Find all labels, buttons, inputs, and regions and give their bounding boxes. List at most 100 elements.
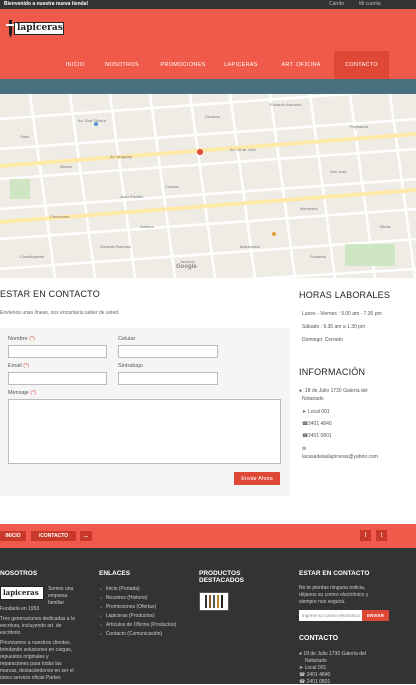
nav-item-inicio[interactable]: Inicio bbox=[58, 51, 92, 79]
nav-item-promociones[interactable]: Promociones bbox=[154, 51, 212, 79]
map-pin-icon: ● bbox=[299, 651, 303, 657]
footer-logo: lapiceras bbox=[0, 586, 44, 600]
subject-field[interactable] bbox=[118, 372, 218, 385]
message-label: Mensaje (*) bbox=[8, 390, 37, 396]
top-bar: Bienvenido a nuestra nueva tienda! Carri… bbox=[0, 0, 416, 9]
facebook-icon[interactable]: f bbox=[360, 530, 371, 541]
footer-paragraph-1: escritura, incluyendo art. de bbox=[0, 623, 62, 629]
email-label: Email (*) bbox=[8, 363, 30, 369]
footer-enlaces-title: ENLACES bbox=[99, 570, 131, 577]
map-street-label: Blanes bbox=[60, 164, 73, 169]
nav-item-lapiceras[interactable]: Lapiceras bbox=[220, 51, 262, 79]
map-street-label: Av. Uruguay bbox=[110, 154, 132, 159]
map-street-label: Mercedes bbox=[300, 206, 318, 211]
footer-newsletter-text: déjanos su correo electrónico y bbox=[299, 592, 369, 598]
account-link[interactable]: Mi cuenta bbox=[359, 1, 381, 7]
location-map[interactable]: Av. Uruguay Av. 18 de Julio Av. Gral. Ri… bbox=[0, 94, 416, 278]
footer-contacto-phone-2: ☎ 2401 0801 bbox=[299, 679, 331, 685]
hours-weekdays: Lunes - Viernes : 9.00 am - 7.30 pm bbox=[302, 311, 382, 317]
newsletter-email-input[interactable]: Ingrese su correo electrónico bbox=[299, 610, 362, 621]
logo-text: lapiceras bbox=[14, 22, 64, 35]
footer-link-inicio[interactable]: Inicio (Portada) bbox=[100, 586, 140, 592]
map-street-label: Soriano bbox=[140, 224, 154, 229]
name-label: Nombre (*) bbox=[8, 336, 35, 342]
footer-link-promociones[interactable]: Promociones (Ofertas) bbox=[100, 604, 156, 610]
map-street-label: Canelones bbox=[50, 214, 70, 219]
footer-newsletter-text: siempre nos seguirá. bbox=[299, 599, 346, 605]
info-title: INFORMACIÓN bbox=[299, 367, 366, 377]
map-street-label: Scoseria bbox=[310, 254, 326, 259]
contact-title: ESTAR EN CONTACTO bbox=[0, 289, 100, 299]
footer-paragraph-2: brindando soluciones en cargas, bbox=[0, 647, 72, 653]
footer-contacto-local: ➤ Local 001 bbox=[299, 665, 327, 671]
footer-paragraph-2: Priorizamos a nuestros clientes, bbox=[0, 640, 71, 646]
footer-productos-title-2: DESTACADOS bbox=[199, 577, 245, 584]
map-street-label: Juan Paullier bbox=[120, 194, 144, 199]
info-local: ➤ Local 001 bbox=[302, 409, 330, 415]
map-street-label: San José bbox=[330, 169, 347, 174]
footer-link-contacto[interactable]: Contacto (Comunicación) bbox=[100, 631, 162, 637]
contact-subtitle: Envíenos unas líneas, nos encantaría sab… bbox=[0, 310, 120, 316]
name-field[interactable] bbox=[8, 345, 107, 358]
footer-paragraph-2: reparaciones para todas las bbox=[0, 661, 62, 667]
map-street-label: Constituyente bbox=[20, 254, 45, 259]
hours-title: HORAS LABORALES bbox=[299, 290, 391, 300]
map-street-label: Eduardo Acevedo bbox=[270, 102, 302, 107]
map-street-label: Av. Gral. Rivera bbox=[78, 118, 106, 123]
header-strip bbox=[0, 79, 416, 94]
site-header: lapiceras Inicio Nosotros Promociones La… bbox=[0, 9, 416, 79]
hours-saturday: Sábado : 9.30 am a 1.30 pm bbox=[302, 324, 366, 330]
map-watermark: Google bbox=[176, 264, 197, 270]
footer-contacto-address: ● 18 de Julio 1730 Galería del bbox=[299, 651, 366, 657]
footer-paragraph-1: escritorio. bbox=[0, 630, 22, 636]
footer-nosotros-tagline-1: Somos una bbox=[48, 586, 74, 592]
breadcrumb-inicio[interactable]: INICIO bbox=[0, 531, 26, 541]
map-street-label: Paysandú bbox=[350, 124, 368, 129]
footer-nosotros-tagline-3: familiar bbox=[48, 600, 65, 606]
nav-item-nosotros[interactable]: Nosotros bbox=[99, 51, 145, 79]
footer-paragraph-2: repuestos originales y bbox=[0, 654, 49, 660]
map-street-label: Minas bbox=[380, 224, 391, 229]
site-logo[interactable]: lapiceras bbox=[6, 20, 64, 38]
map-street-label: Colonia bbox=[165, 184, 179, 189]
footer-link-oficina[interactable]: Artículos de Oficina (Productos) bbox=[100, 622, 177, 628]
footer-nosotros-title: NOSOTROS bbox=[0, 570, 38, 577]
info-address: ● 18 de Julio 1730 Galería del bbox=[299, 388, 368, 394]
footer-link-nosotros[interactable]: Nosotros (Historia) bbox=[100, 595, 148, 601]
footer-paragraph-2: marcas, destacándonos en ser el bbox=[0, 668, 74, 674]
breadcrumb-more[interactable]: ... bbox=[80, 531, 92, 541]
phone-field[interactable] bbox=[118, 345, 218, 358]
map-street-label: Salto bbox=[20, 134, 30, 139]
email-field[interactable] bbox=[8, 372, 107, 385]
nav-item-contacto[interactable]: Contacto bbox=[334, 51, 389, 79]
info-phone-1: ☎2401 4840 bbox=[302, 421, 332, 427]
featured-product-image[interactable] bbox=[199, 592, 229, 611]
footer-newsletter-title: ESTAR EN CONTACTO bbox=[299, 570, 370, 577]
newsletter-submit-button[interactable]: ENVIAR bbox=[362, 610, 389, 621]
footer-paragraph-1: Tres generaciones dedicadas a la bbox=[0, 616, 75, 622]
footer-contacto-address-2: Notariado bbox=[305, 658, 327, 664]
pens-image bbox=[205, 595, 223, 608]
location-arrow-icon: ➤ bbox=[299, 665, 304, 671]
twitter-icon[interactable]: t bbox=[376, 530, 387, 541]
mail-icon: ✉ bbox=[302, 446, 307, 452]
welcome-message: Bienvenido a nuestra nueva tienda! bbox=[4, 1, 89, 7]
breadcrumb-contacto[interactable]: /CONTACTO bbox=[31, 531, 76, 541]
footer-link-lapiceras[interactable]: Lapiceras (Productos) bbox=[100, 613, 155, 619]
footer-productos-title: PRODUCTOS bbox=[199, 570, 241, 577]
footer-newsletter-text: No te pierdas ninguna noticia, bbox=[299, 585, 366, 591]
message-field[interactable] bbox=[8, 399, 281, 464]
map-street-label: Av. 18 de Julio bbox=[230, 147, 256, 152]
send-button[interactable]: Enviar Ahora bbox=[234, 472, 280, 485]
cart-link[interactable]: Carrito bbox=[329, 1, 344, 7]
subject-label: Sintrabajo bbox=[118, 363, 143, 369]
footer-contacto-phone-1: ☎ 2401 4840 bbox=[299, 672, 331, 678]
footer-founded: Fundada en 1953 bbox=[0, 606, 40, 612]
info-phone-2: ☎2401 0801 bbox=[302, 433, 332, 439]
phone-icon: ☎ bbox=[299, 679, 306, 685]
breadcrumb-bar: INICIO /CONTACTO ... f t bbox=[0, 524, 416, 548]
footer-contacto-title: CONTACTO bbox=[299, 635, 339, 642]
nav-item-art-oficina[interactable]: Art. Oficina bbox=[270, 51, 332, 79]
map-street-label: Maldonado bbox=[240, 244, 260, 249]
info-email[interactable]: lacasadelaslapiceras@yahoo.com bbox=[302, 454, 378, 460]
